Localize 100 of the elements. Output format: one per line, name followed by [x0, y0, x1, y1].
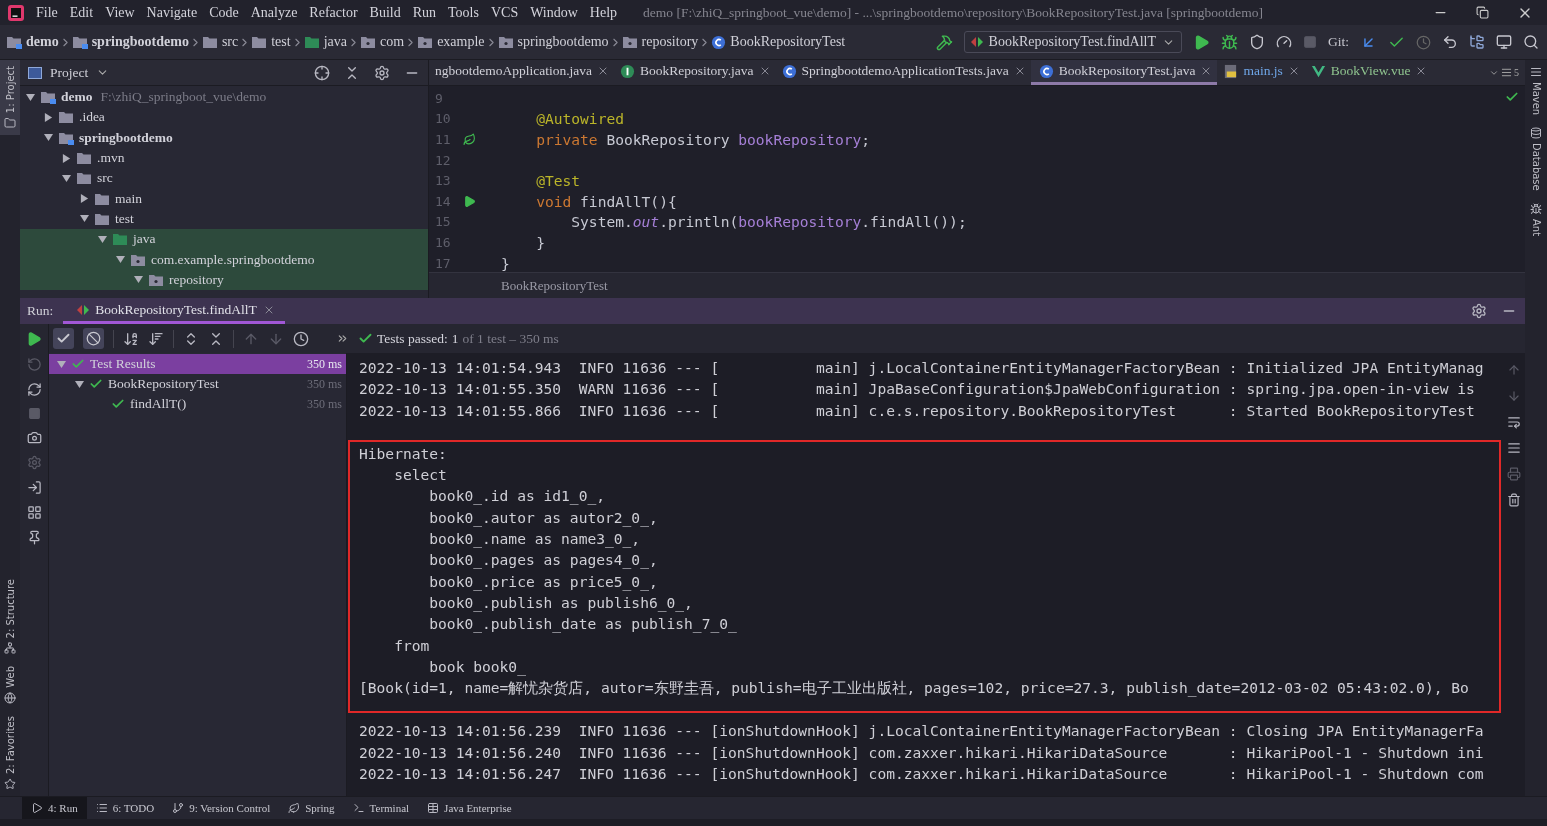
editor-tab[interactable]: ngbootdemoApplication.java — [429, 60, 615, 85]
test-result-row[interactable]: findAllT() 350 ms — [49, 394, 346, 414]
menu-item[interactable]: Code — [203, 4, 245, 21]
presentation-icon[interactable] — [1496, 34, 1512, 50]
sort-by-duration-icon[interactable] — [148, 330, 164, 347]
tree-item[interactable]: src — [20, 168, 428, 189]
menu-item[interactable]: VCS — [484, 4, 525, 21]
tree-item[interactable]: main — [20, 188, 428, 209]
tab-overflow-indicator[interactable]: 5 — [1489, 60, 1525, 85]
breadcrumb[interactable]: repository — [621, 34, 699, 50]
menu-item[interactable]: File — [30, 4, 64, 21]
expanded-arrow-icon[interactable] — [57, 359, 66, 369]
expanded-arrow-icon[interactable] — [26, 92, 35, 102]
breadcrumb[interactable]: springbootdemo — [497, 34, 609, 50]
tree-item[interactable]: com.example.springbootdemo — [20, 249, 428, 270]
tool-window-tab[interactable]: Web — [0, 660, 20, 710]
profile-icon[interactable] — [1276, 34, 1292, 50]
menu-item[interactable]: Help — [583, 4, 624, 21]
breadcrumb[interactable]: BookRepositoryTest — [711, 34, 846, 50]
pin-icon[interactable] — [26, 530, 42, 545]
run-configuration-dropdown[interactable]: BookRepositoryTest.findAllT — [963, 31, 1182, 53]
tool-window-button[interactable]: 9: Version Control — [163, 797, 280, 819]
settings-icon[interactable] — [1471, 303, 1487, 319]
soft-wrap-icon[interactable] — [1507, 415, 1521, 429]
expanded-arrow-icon[interactable] — [62, 173, 71, 183]
more-icon[interactable] — [336, 332, 349, 345]
tool-window-button[interactable]: 6: TODO — [86, 797, 164, 819]
run-icon[interactable] — [1193, 33, 1210, 51]
history-icon[interactable] — [1416, 34, 1431, 50]
collapsed-arrow-icon[interactable] — [62, 153, 71, 163]
tree-item[interactable]: .mvn — [20, 147, 428, 169]
tool-window-tab[interactable]: Database — [1525, 121, 1547, 197]
build-icon[interactable] — [935, 33, 953, 51]
test-result-row[interactable]: Test Results 350 ms — [49, 354, 346, 374]
project-structure-icon[interactable] — [1469, 34, 1485, 50]
show-ignored-toggle[interactable] — [83, 328, 104, 349]
tool-window-tab[interactable]: 1: Project — [0, 60, 20, 136]
tool-window-tab[interactable]: 2: Favorites — [0, 709, 20, 796]
search-icon[interactable] — [1523, 34, 1539, 50]
editor-tab[interactable]: BookRepositoryTest.java — [1030, 60, 1218, 85]
down-icon[interactable] — [1507, 389, 1521, 403]
editor-tab[interactable]: BookRepository.java — [614, 60, 776, 85]
menu-item[interactable]: Navigate — [140, 4, 204, 21]
tool-window-tab[interactable]: 2: Structure — [0, 572, 20, 661]
scroll-to-end-icon[interactable] — [1507, 441, 1521, 455]
expanded-arrow-icon[interactable] — [44, 133, 53, 143]
tool-window-button[interactable]: Spring — [279, 797, 344, 819]
breadcrumb[interactable]: com — [360, 34, 405, 50]
tree-item[interactable]: .idea — [20, 107, 428, 128]
editor-tab[interactable]: main.js — [1217, 60, 1305, 85]
show-passed-toggle[interactable] — [53, 328, 74, 349]
run-test-icon[interactable] — [463, 194, 476, 208]
layout-icon[interactable] — [26, 505, 42, 520]
coverage-icon[interactable] — [1249, 34, 1265, 50]
breadcrumb[interactable]: src — [201, 34, 239, 50]
menu-item[interactable]: Run — [406, 4, 443, 21]
editor-tab[interactable]: SpringbootdemoApplicationTests.java — [775, 60, 1031, 85]
test-result-row[interactable]: BookRepositoryTest 350 ms — [49, 374, 346, 394]
breadcrumb[interactable]: example — [417, 34, 485, 50]
menu-item[interactable]: View — [99, 4, 141, 21]
menu-item[interactable]: Refactor — [303, 4, 364, 21]
tool-window-tab[interactable]: Ant — [1525, 196, 1547, 242]
tree-item[interactable]: test — [20, 208, 428, 230]
tree-item[interactable]: repository — [20, 269, 428, 290]
test-history-icon[interactable] — [293, 330, 309, 347]
toggle-auto-test-icon[interactable] — [26, 382, 42, 397]
settings-icon[interactable] — [374, 64, 390, 81]
tree-item[interactable]: demo F:\zhiQ_springboot_vue\demo — [20, 87, 428, 108]
breadcrumb[interactable]: demo — [6, 34, 59, 50]
expanded-arrow-icon[interactable] — [80, 214, 89, 224]
tool-window-button[interactable]: Java Enterprise — [418, 797, 521, 819]
expanded-arrow-icon[interactable] — [134, 275, 143, 285]
breadcrumb[interactable]: test — [251, 34, 291, 50]
tool-window-button[interactable]: 4: Run — [22, 797, 87, 819]
collapsed-arrow-icon[interactable] — [80, 194, 89, 204]
debug-icon[interactable] — [1221, 33, 1238, 51]
menu-item[interactable]: Tools — [442, 4, 485, 21]
expanded-arrow-icon[interactable] — [116, 255, 125, 264]
camera-icon[interactable] — [26, 430, 42, 445]
expanded-arrow-icon[interactable] — [75, 379, 84, 389]
tool-window-tab[interactable]: Maven — [1525, 60, 1547, 122]
collapsed-arrow-icon[interactable] — [44, 112, 53, 122]
menu-item[interactable]: Analyze — [244, 4, 304, 21]
tool-window-button[interactable]: Terminal — [343, 797, 419, 819]
restore-icon[interactable] — [1476, 6, 1489, 19]
panel-title[interactable]: Project — [50, 64, 89, 81]
menu-item[interactable]: Build — [363, 4, 407, 21]
tree-item[interactable]: java — [20, 229, 428, 250]
rollback-icon[interactable] — [1442, 34, 1458, 50]
menu-item[interactable]: Edit — [63, 4, 100, 21]
sort-alphabetically-icon[interactable] — [123, 330, 139, 347]
expanded-arrow-icon[interactable] — [98, 234, 107, 244]
print-icon[interactable] — [1507, 467, 1521, 481]
locate-icon[interactable] — [314, 64, 330, 81]
up-icon[interactable] — [1507, 363, 1521, 377]
editor-breadcrumb[interactable]: BookRepositoryTest — [501, 277, 608, 294]
bean-icon[interactable] — [463, 133, 476, 146]
breadcrumb[interactable]: java — [303, 34, 347, 50]
rerun-icon[interactable] — [26, 331, 42, 347]
breadcrumb[interactable]: springbootdemo — [71, 34, 189, 50]
